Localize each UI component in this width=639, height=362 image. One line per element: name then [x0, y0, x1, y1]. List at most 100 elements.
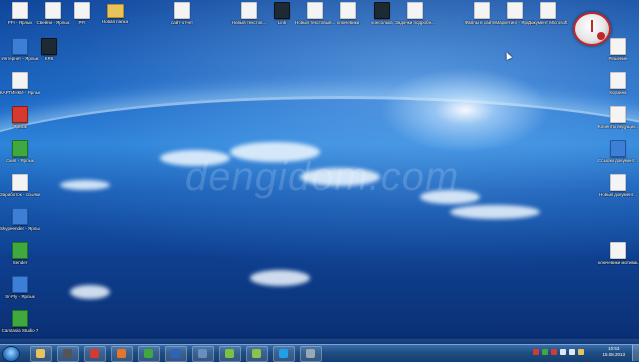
desktop-icon-label: Решение: [608, 56, 628, 61]
file-icon: [12, 310, 28, 327]
volume-icon[interactable]: [569, 349, 575, 355]
tray-icon[interactable]: [533, 349, 539, 355]
file-icon: [12, 242, 28, 259]
file-icon: [610, 72, 626, 89]
yandex-icon: [90, 349, 99, 358]
desktop-icon-label: Корзина: [609, 90, 627, 95]
desktop-icon-r2[interactable]: Корзина: [598, 72, 638, 95]
desktop-icon-top4[interactable]: Новая папка: [95, 2, 135, 24]
desktop-icon-l10[interactable]: Camtasia Studio 7: [0, 310, 40, 333]
file-icon: [307, 2, 323, 19]
app2-icon: [306, 349, 315, 358]
taskbar: 10:53 15.08.2013: [0, 344, 639, 362]
desktop-icon-r5[interactable]: Новый документ...: [598, 174, 638, 197]
desktop-icon-label: Ярлык: [13, 124, 27, 129]
file-icon: [12, 140, 28, 157]
file-icon: [374, 2, 390, 19]
clock-gadget[interactable]: [573, 12, 611, 46]
file-icon: [610, 38, 626, 55]
desktop-icon-r4[interactable]: Ссылки документ...: [598, 140, 638, 163]
tray-icon[interactable]: [542, 349, 548, 355]
file-icon: [74, 2, 90, 19]
cloud: [450, 205, 540, 219]
desktop-icon-label: Sr-Fly - Ярлык: [5, 294, 35, 299]
desktop-icon-l7[interactable]: Skypeender - Ярлык: [0, 208, 40, 231]
file-icon: [45, 2, 61, 19]
earth-horizon: [0, 96, 639, 339]
watermark-text: dengidom.com: [185, 155, 460, 199]
system-tray: 10:53 15.08.2013: [519, 345, 639, 361]
desktop-icon-l6[interactable]: Заработок - ссылки - Я...: [0, 174, 40, 197]
file-icon: [507, 2, 523, 19]
cloud: [60, 180, 110, 190]
file-icon: [540, 2, 556, 19]
desktop[interactable]: dengidom.com PFI - Ярлык Свейпи - Ярлык PF…: [0, 0, 639, 344]
file-icon: [12, 106, 28, 123]
file-icon: [610, 140, 626, 157]
desktop-icon-label: Новая папка: [101, 19, 129, 24]
file-icon: [41, 38, 57, 55]
file-icon: [174, 2, 190, 19]
desktop-icon-l9[interactable]: Sr-Fly - Ярлык: [0, 276, 40, 299]
file-icon: [274, 2, 290, 19]
file-icon: [12, 276, 28, 293]
file-icon: [340, 2, 356, 19]
desktop-icon-l5[interactable]: Скип - Ярлык: [0, 140, 40, 163]
tray-icon[interactable]: [551, 349, 557, 355]
cloud: [250, 270, 310, 286]
firefox-icon: [117, 349, 126, 358]
folder-icon: [106, 4, 124, 18]
file-icon: [407, 2, 423, 19]
gadget-needle: [591, 20, 593, 32]
desktop-icon-label: Camtasia Studio 7: [1, 328, 39, 333]
network-icon[interactable]: [560, 349, 566, 355]
utorrent-icon: [252, 349, 261, 358]
clock-date: 15.08.2013: [602, 352, 625, 357]
file-icon: [12, 174, 28, 191]
desktop-icon-label: Skypeender - Ярлык: [0, 226, 40, 231]
file-icon: [610, 242, 626, 259]
desktop-icon-label: Задачки подробн...: [395, 20, 435, 25]
chrome-icon: [144, 349, 153, 358]
desktop-icon-label: Документ Microsoft...: [528, 20, 568, 25]
desktop-icon-label: сайт-отчет: [170, 20, 194, 25]
show-desktop-button[interactable]: [632, 345, 639, 361]
desktop-icon-label: Клиенты ведущих...: [598, 124, 638, 129]
file-icon: [12, 38, 28, 55]
android-icon: [225, 349, 234, 358]
desktop-icon-label: ключевики мотивация: [598, 260, 638, 265]
desktop-icon-top5[interactable]: сайт-отчет: [162, 2, 202, 25]
desktop-icon-label: Sender: [12, 260, 28, 265]
file-icon: [610, 174, 626, 191]
gadget-knob: [597, 32, 605, 40]
file-icon: [12, 208, 28, 225]
desktop-icon-label: Заработок - ссылки - Я...: [0, 192, 40, 197]
file-icon: [12, 2, 28, 19]
file-icon: [241, 2, 257, 19]
flag-icon[interactable]: [578, 349, 584, 355]
desktop-icon-r6[interactable]: ключевики мотивация: [598, 242, 638, 265]
desktop-icon-label: KR5: [44, 56, 54, 61]
app1-icon: [198, 349, 207, 358]
file-icon: [12, 72, 28, 89]
desktop-icon-l8[interactable]: Sender: [0, 242, 40, 265]
clock[interactable]: 10:53 15.08.2013: [602, 346, 625, 358]
desktop-icon-label: Скип - Ярлык: [6, 158, 34, 163]
word-icon: [171, 349, 180, 358]
desktop-icon-top11[interactable]: Задачки подробн...: [395, 2, 435, 25]
desktop-icon-r3[interactable]: Клиенты ведущих...: [598, 106, 638, 129]
explorer-icon: [36, 349, 45, 358]
desktop-icon-label: Ссылки документ...: [598, 158, 638, 163]
desktop-icon-l3[interactable]: КАРТИНКИ - Ярлык: [0, 72, 40, 95]
skype-icon: [279, 349, 288, 358]
mouse-cursor-icon: [503, 51, 513, 60]
desktop-icon-l4[interactable]: Ярлык: [0, 106, 40, 129]
cloud: [70, 285, 110, 299]
desktop-icon-label: Новый документ...: [599, 192, 637, 197]
desktop-icon-label: КАРТИНКИ - Ярлык: [0, 90, 40, 95]
media-icon: [63, 349, 72, 358]
desktop-icon-l2[interactable]: KR5: [29, 38, 69, 61]
desktop-icon-top14[interactable]: Документ Microsoft...: [528, 2, 568, 25]
file-icon: [610, 106, 626, 123]
file-icon: [474, 2, 490, 19]
